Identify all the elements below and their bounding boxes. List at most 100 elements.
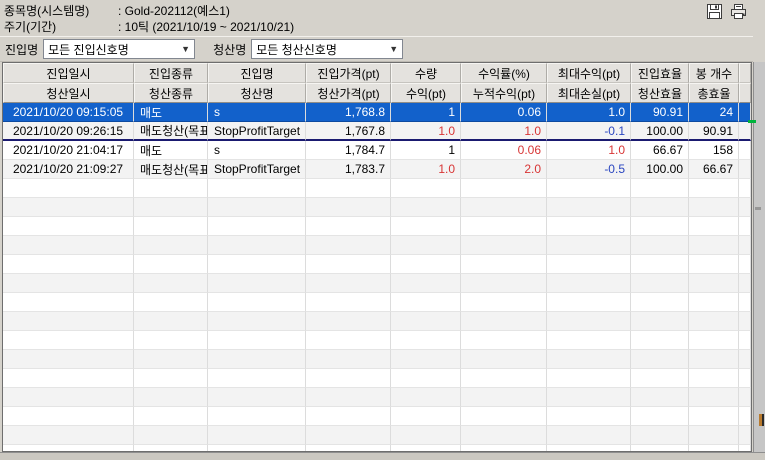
- column-header[interactable]: 청산일시: [3, 83, 134, 103]
- empty-cell: [461, 350, 547, 369]
- empty-cell: [208, 217, 306, 236]
- empty-cell: [208, 255, 306, 274]
- empty-cell: [689, 255, 739, 274]
- column-header[interactable]: 수익률(%): [461, 63, 547, 83]
- exit-signal-value: 모든 청산신호명: [256, 41, 337, 58]
- save-icon[interactable]: [706, 3, 723, 20]
- column-header[interactable]: 진입가격(pt): [306, 63, 391, 83]
- empty-cell: [547, 198, 631, 217]
- empty-cell: [631, 388, 689, 407]
- empty-cell: [689, 217, 739, 236]
- trade-row[interactable]: 2021/10/20 09:26:15매도청산(목표StopProfitTarg…: [3, 122, 751, 141]
- empty-cell: [3, 445, 134, 452]
- column-header[interactable]: 누적수익(pt): [461, 83, 547, 103]
- chevron-down-icon: ▼: [387, 44, 400, 54]
- empty-cell: [306, 369, 391, 388]
- period-value: : 10틱 (2021/10/19 ~ 2021/10/21): [118, 19, 294, 35]
- empty-cell: [134, 312, 208, 331]
- empty-row: [3, 255, 751, 274]
- empty-cell: [461, 426, 547, 445]
- row-filler: [739, 331, 751, 350]
- column-header[interactable]: 청산종류: [134, 83, 208, 103]
- trade-row[interactable]: 2021/10/20 21:04:17매도s1,784.710.061.066.…: [3, 141, 751, 160]
- symbol-label: 종목명(시스템명): [4, 3, 118, 19]
- column-header[interactable]: 진입명: [208, 63, 306, 83]
- empty-cell: [134, 388, 208, 407]
- trade-cell: 90.91: [631, 103, 689, 122]
- column-header[interactable]: 청산명: [208, 83, 306, 103]
- trade-row[interactable]: 2021/10/20 09:15:05매도s1,768.810.061.090.…: [3, 103, 751, 122]
- header-filler: [739, 63, 751, 83]
- column-header[interactable]: 수량: [391, 63, 461, 83]
- empty-cell: [3, 312, 134, 331]
- trade-cell: 매도: [134, 141, 208, 160]
- empty-row: [3, 312, 751, 331]
- column-header[interactable]: 최대수익(pt): [547, 63, 631, 83]
- empty-cell: [3, 426, 134, 445]
- empty-cell: [461, 312, 547, 331]
- column-header[interactable]: 진입일시: [3, 63, 134, 83]
- entry-signal-label: 진입명: [5, 41, 38, 58]
- column-header[interactable]: 진입종류: [134, 63, 208, 83]
- trade-cell: 2021/10/20 21:09:27: [3, 160, 134, 179]
- trade-cell: 1.0: [391, 122, 461, 141]
- empty-cell: [134, 369, 208, 388]
- horizontal-scrollbar[interactable]: [0, 452, 765, 460]
- column-header[interactable]: 진입효율: [631, 63, 689, 83]
- trade-cell: 100.00: [631, 160, 689, 179]
- empty-cell: [134, 179, 208, 198]
- empty-cell: [547, 426, 631, 445]
- column-header[interactable]: 수익(pt): [391, 83, 461, 103]
- empty-cell: [689, 179, 739, 198]
- scroll-marker-green: [748, 120, 756, 123]
- empty-cell: [306, 407, 391, 426]
- column-header[interactable]: 청산가격(pt): [306, 83, 391, 103]
- empty-cell: [391, 331, 461, 350]
- entry-signal-select[interactable]: 모든 진입신호명 ▼: [43, 39, 195, 59]
- empty-cell: [134, 350, 208, 369]
- trade-cell: s: [208, 103, 306, 122]
- empty-row: [3, 388, 751, 407]
- column-header[interactable]: 최대손실(pt): [547, 83, 631, 103]
- empty-cell: [134, 255, 208, 274]
- empty-cell: [689, 407, 739, 426]
- row-filler: [739, 179, 751, 198]
- trade-cell: 1,784.7: [306, 141, 391, 160]
- trades-grid: 진입일시진입종류진입명진입가격(pt)수량수익률(%)최대수익(pt)진입효율봉…: [2, 62, 752, 452]
- empty-cell: [631, 350, 689, 369]
- empty-cell: [306, 350, 391, 369]
- empty-cell: [306, 179, 391, 198]
- print-icon[interactable]: [730, 3, 747, 20]
- empty-cell: [3, 179, 134, 198]
- empty-cell: [461, 445, 547, 452]
- column-header[interactable]: 총효율: [689, 83, 739, 103]
- empty-cell: [547, 236, 631, 255]
- empty-cell: [689, 445, 739, 452]
- empty-cell: [306, 388, 391, 407]
- empty-cell: [547, 293, 631, 312]
- empty-cell: [547, 312, 631, 331]
- trade-cell: 1.0: [461, 122, 547, 141]
- trade-cell: 1: [391, 103, 461, 122]
- empty-cell: [134, 331, 208, 350]
- row-filler: [739, 236, 751, 255]
- empty-cell: [3, 350, 134, 369]
- empty-row: [3, 445, 751, 452]
- column-header[interactable]: 청산효율: [631, 83, 689, 103]
- empty-row: [3, 217, 751, 236]
- empty-cell: [391, 236, 461, 255]
- trade-cell: 1,768.8: [306, 103, 391, 122]
- empty-cell: [391, 274, 461, 293]
- trade-row[interactable]: 2021/10/20 21:09:27매도청산(목표StopProfitTarg…: [3, 160, 751, 179]
- empty-cell: [689, 369, 739, 388]
- empty-cell: [461, 369, 547, 388]
- empty-cell: [631, 293, 689, 312]
- empty-cell: [631, 179, 689, 198]
- empty-cell: [208, 369, 306, 388]
- exit-signal-select[interactable]: 모든 청산신호명 ▼: [251, 39, 403, 59]
- empty-cell: [547, 388, 631, 407]
- trade-cell: 100.00: [631, 122, 689, 141]
- column-header[interactable]: 봉 개수: [689, 63, 739, 83]
- trade-cell: 1: [391, 141, 461, 160]
- empty-cell: [306, 217, 391, 236]
